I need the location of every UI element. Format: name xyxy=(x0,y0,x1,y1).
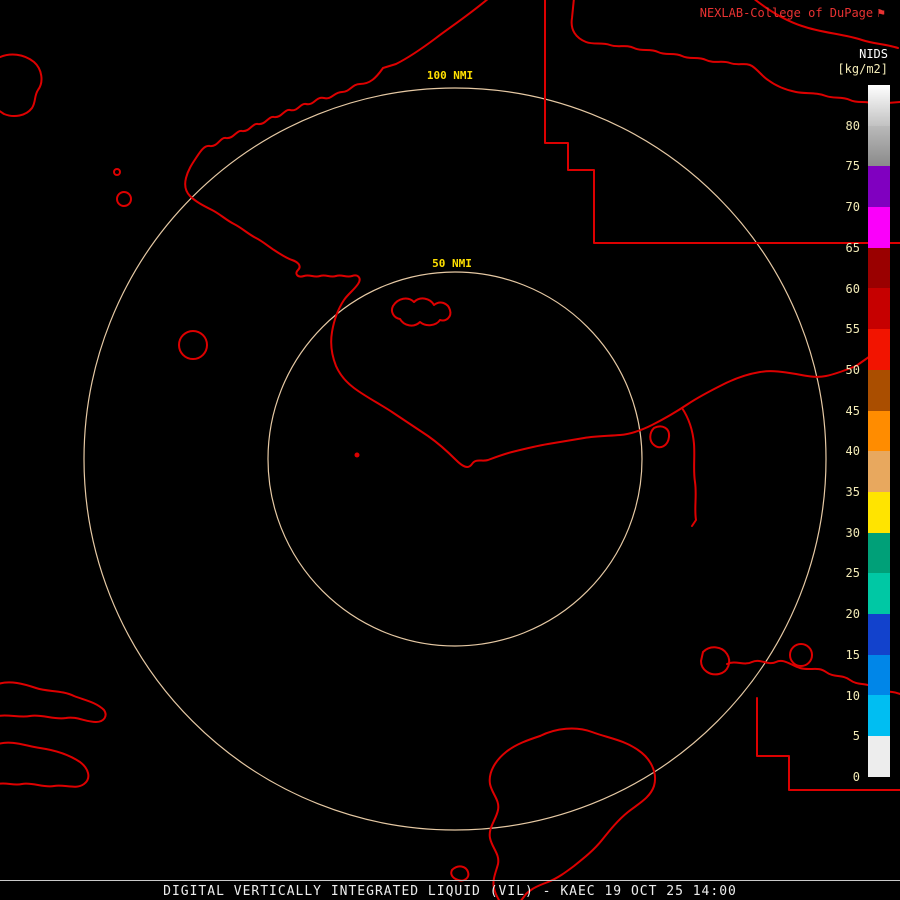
colorbar-segment-20 xyxy=(868,573,890,614)
colorbar-tick-50: 50 xyxy=(845,362,860,377)
coastline-main xyxy=(184,0,877,468)
colorbar-tick-15: 15 xyxy=(845,647,860,662)
brand-flag-icon: ⚑ xyxy=(876,7,886,20)
colorbar-tick-0: 0 xyxy=(852,769,860,784)
colorbar-tick-55: 55 xyxy=(845,322,860,337)
colorbar-segment-40 xyxy=(868,410,890,452)
bay-bottom-west xyxy=(488,735,541,900)
range-ring-label-50: 50 NMI xyxy=(428,257,476,270)
coastline-bottomleft-lower xyxy=(0,741,90,788)
colorbar-segment-65 xyxy=(868,207,890,248)
colorbar-tick-75: 75 xyxy=(845,159,860,174)
colorbar-tick-40: 40 xyxy=(845,444,860,459)
lake-bottomright xyxy=(789,643,813,667)
colorbar-tick-70: 70 xyxy=(845,200,860,215)
colorbar-segment-50 xyxy=(868,329,890,370)
coastline-bottomleft-upper xyxy=(0,681,107,723)
island-bottomright xyxy=(700,646,731,676)
colorbar-tick-80: 80 xyxy=(845,118,860,133)
colorbar-tick-65: 65 xyxy=(845,240,860,255)
colorbar-segment-70 xyxy=(868,166,890,208)
islet-bottom xyxy=(450,865,470,882)
colorbar-segment-55 xyxy=(868,288,890,330)
bay-bottom-east xyxy=(520,727,656,900)
map-dot xyxy=(354,452,360,458)
colorbar-segment-25 xyxy=(868,532,890,574)
colorbar-segment-60 xyxy=(868,247,890,289)
lake-small xyxy=(116,191,132,207)
brand-text: NEXLAB-College of DuPage xyxy=(699,6,874,20)
colorbar-tick-60: 60 xyxy=(845,281,860,296)
lake-tiny xyxy=(113,168,121,176)
colorbar-tick-20: 20 xyxy=(845,607,860,622)
colorbar xyxy=(868,85,890,777)
colorbar-tick-25: 25 xyxy=(845,566,860,581)
colorbar-segment-0 xyxy=(868,736,890,777)
colorbar-tick-35: 35 xyxy=(845,485,860,499)
colorbar-segment-80 xyxy=(868,85,890,126)
lake-left xyxy=(178,330,208,360)
river-midright xyxy=(681,407,697,527)
colorbar-segment-45 xyxy=(868,369,890,411)
island-topleft xyxy=(0,53,43,117)
colorbar-segment-30 xyxy=(868,491,890,533)
range-ring-label-100: 100 NMI xyxy=(422,69,478,82)
colorbar-segment-35 xyxy=(868,451,890,492)
colorbar-tick-5: 5 xyxy=(852,729,860,744)
brand: NEXLAB-College of DuPage ⚑ xyxy=(700,6,886,21)
radar-display: 100 NMI 50 NMI NEXLAB-College of DuPage ⚑… xyxy=(0,0,900,900)
islands-inner xyxy=(390,297,452,327)
colorbar-segment-15 xyxy=(868,613,890,655)
product-caption: DIGITAL VERTICALLY INTEGRATED LIQUID (VI… xyxy=(163,884,737,899)
colorbar-segment-75 xyxy=(868,125,890,167)
colorbar-tick-45: 45 xyxy=(845,403,860,418)
colorbar-tick-30: 30 xyxy=(845,525,860,540)
colorbar-segment-10 xyxy=(868,654,890,696)
footer-divider xyxy=(0,880,900,881)
colorbar-units: [kg/m2] xyxy=(837,62,888,76)
island-midright xyxy=(649,425,671,449)
map-outlines xyxy=(0,0,900,900)
colorbar-title: NIDS xyxy=(859,47,888,61)
colorbar-segment-5 xyxy=(868,695,890,736)
colorbar-tick-10: 10 xyxy=(845,688,860,703)
radar-map xyxy=(0,0,900,900)
